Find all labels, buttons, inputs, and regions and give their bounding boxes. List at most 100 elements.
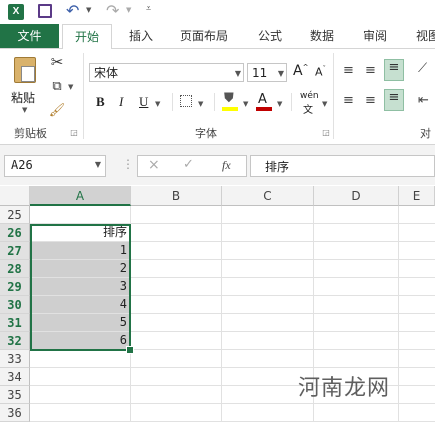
align-center-icon[interactable]: ≡ [365, 93, 376, 108]
customize-qat-icon[interactable]: ⩡ [146, 4, 151, 14]
underline-button[interactable]: U [139, 94, 148, 110]
cell-a32[interactable]: 6 [30, 332, 131, 350]
shrink-font-icon[interactable]: Aˇ [315, 65, 326, 79]
copy-icon[interactable]: ⧉ [48, 77, 66, 95]
bold-button[interactable]: B [96, 94, 105, 110]
row-header-27[interactable]: 27 [0, 242, 30, 260]
name-box-dropdown-icon[interactable]: ▼ [95, 160, 101, 169]
tab-home[interactable]: 开始 [62, 24, 112, 50]
cell-a34[interactable] [30, 368, 131, 386]
font-name-value: 宋体 [94, 66, 119, 80]
column-header-d[interactable]: D [314, 186, 399, 206]
font-color-dropdown-icon[interactable]: ▼ [277, 100, 282, 108]
name-box-value: A26 [11, 158, 33, 172]
align-bottom-icon[interactable]: ≡ [384, 59, 404, 81]
row-header-34[interactable]: 34 [0, 368, 30, 386]
align-middle-icon[interactable]: ≡ [365, 63, 376, 78]
align-right-icon[interactable]: ≡ [384, 89, 404, 111]
select-all-corner[interactable] [0, 186, 30, 206]
fill-color-icon[interactable]: ⛊ [224, 91, 234, 106]
row-header-26[interactable]: 26 [0, 224, 30, 242]
redo-dropdown-icon[interactable]: ▼ [126, 6, 131, 14]
cell-a31[interactable]: 5 [30, 314, 131, 332]
undo-dropdown-icon[interactable]: ▼ [86, 6, 91, 14]
cell-a36[interactable] [30, 404, 131, 422]
phonetic-dropdown-icon[interactable]: ▼ [322, 100, 327, 108]
column-header-a[interactable]: A [30, 186, 131, 206]
name-box[interactable]: A26 ▼ [4, 155, 106, 177]
row-header-32[interactable]: 32 [0, 332, 30, 350]
fill-color-dropdown-icon[interactable]: ▼ [243, 100, 248, 108]
column-header-e[interactable]: E [399, 186, 435, 206]
cut-icon[interactable]: ✂ [48, 53, 66, 71]
cell-a28[interactable]: 2 [30, 260, 131, 278]
alignment-group-label: 对 [420, 127, 431, 140]
ribbon-tabs: 文件 开始 插入 页面布局 公式 数据 审阅 视图 [0, 24, 435, 50]
grow-font-icon[interactable]: A^ [293, 63, 308, 79]
align-left-icon[interactable]: ≡ [343, 93, 354, 108]
row-header-35[interactable]: 35 [0, 386, 30, 404]
tab-insert[interactable]: 插入 [124, 24, 158, 48]
quick-access-toolbar: X ↶ ▼ ↷ ▼ ⩡ [0, 0, 435, 24]
font-group-label: 字体 [195, 127, 217, 140]
align-top-icon[interactable]: ≡ [343, 63, 354, 78]
column-header-c[interactable]: C [222, 186, 314, 206]
cancel-icon[interactable]: × [148, 157, 160, 173]
orientation-icon[interactable]: ⟋ [418, 61, 427, 76]
paste-dropdown-icon[interactable]: ▼ [22, 106, 27, 114]
watermark-text: 河南龙网 [298, 376, 391, 401]
formula-bar-dots: ⋮ [122, 157, 134, 171]
cell-a35[interactable] [30, 386, 131, 404]
undo-icon[interactable]: ↶ [66, 1, 79, 20]
cell-a26[interactable]: 排序 [30, 224, 131, 242]
cell-a29[interactable]: 3 [30, 278, 131, 296]
row-header-29[interactable]: 29 [0, 278, 30, 296]
cell-a33[interactable] [30, 350, 131, 368]
formula-bar: A26 ▼ ⋮ × ✓ fx 排序 [0, 145, 435, 185]
phonetic-guide-icon[interactable]: wén [300, 91, 319, 101]
row-header-30[interactable]: 30 [0, 296, 30, 314]
row-header-28[interactable]: 28 [0, 260, 30, 278]
copy-dropdown-icon[interactable]: ▼ [68, 83, 73, 91]
column-header-b[interactable]: B [131, 186, 222, 206]
font-name-combo[interactable]: 宋体 ▼ [89, 63, 244, 82]
fill-handle[interactable] [126, 346, 134, 354]
font-name-dropdown-icon[interactable]: ▼ [235, 64, 241, 83]
row-header-31[interactable]: 31 [0, 314, 30, 332]
clipboard-group-label: 剪贴板 [14, 127, 47, 140]
tab-formulas[interactable]: 公式 [253, 24, 287, 48]
italic-button[interactable]: I [119, 94, 123, 110]
enter-icon[interactable]: ✓ [183, 157, 194, 172]
font-size-dropdown-icon[interactable]: ▼ [278, 64, 284, 83]
decrease-indent-icon[interactable]: ⇤ [418, 93, 429, 108]
borders-dropdown-icon[interactable]: ▼ [198, 100, 203, 108]
phonetic-char-icon: 文 [303, 105, 313, 116]
format-painter-icon[interactable]: 🖌 [48, 101, 66, 119]
tab-review[interactable]: 审阅 [358, 24, 392, 48]
cell-a30[interactable]: 4 [30, 296, 131, 314]
paste-icon[interactable] [14, 57, 36, 83]
underline-dropdown-icon[interactable]: ▼ [155, 100, 160, 108]
tab-page-layout[interactable]: 页面布局 [173, 24, 235, 48]
formula-input[interactable]: 排序 [250, 155, 435, 177]
tab-data[interactable]: 数据 [305, 24, 339, 48]
formula-buttons: × ✓ fx [137, 155, 247, 177]
font-launcher-icon[interactable]: ◲ [322, 128, 330, 137]
row-header-25[interactable]: 25 [0, 206, 30, 224]
font-size-combo[interactable]: 11 ▼ [247, 63, 287, 82]
tab-file[interactable]: 文件 [0, 24, 59, 48]
clipboard-launcher-icon[interactable]: ◲ [70, 128, 78, 137]
cell-a27[interactable]: 1 [30, 242, 131, 260]
fill-color-swatch [222, 107, 238, 111]
tab-view[interactable]: 视图 [411, 24, 435, 48]
row-header-36[interactable]: 36 [0, 404, 30, 422]
formula-input-value: 排序 [265, 160, 290, 174]
save-icon[interactable] [38, 4, 52, 18]
row-header-33[interactable]: 33 [0, 350, 30, 368]
cell-a25[interactable] [30, 206, 131, 224]
insert-function-icon[interactable]: fx [222, 158, 231, 173]
redo-icon[interactable]: ↷ [106, 1, 119, 20]
borders-icon[interactable] [180, 95, 192, 107]
paste-button-label[interactable]: 粘贴 [11, 89, 35, 106]
font-color-button[interactable]: A [258, 92, 267, 107]
